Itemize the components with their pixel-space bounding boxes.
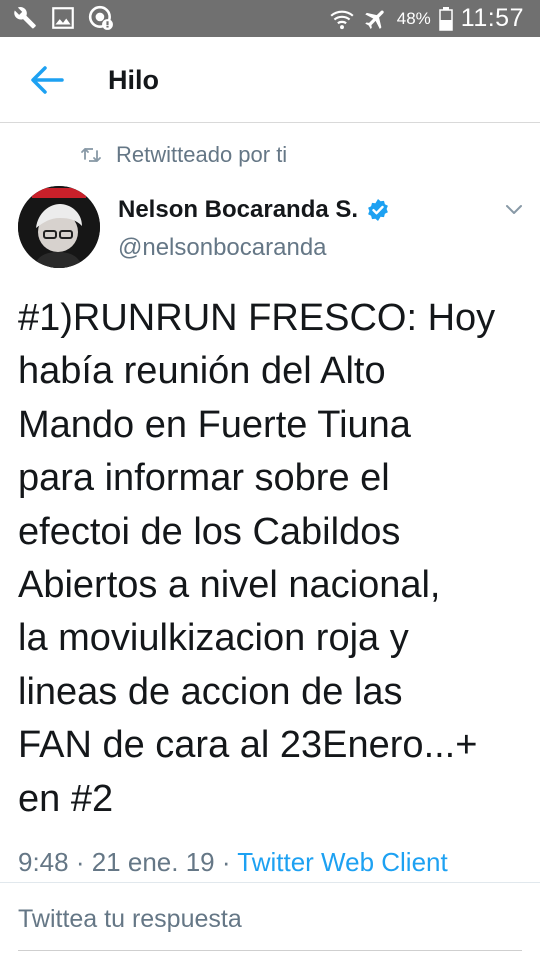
wrench-icon bbox=[14, 6, 36, 29]
image-icon bbox=[52, 7, 74, 29]
wifi-icon bbox=[330, 10, 354, 29]
airplane-icon bbox=[365, 9, 384, 29]
avatar[interactable] bbox=[18, 186, 100, 268]
tweet-options-button[interactable] bbox=[502, 200, 526, 218]
verified-badge-icon bbox=[368, 199, 388, 221]
arrow-left-icon bbox=[31, 66, 64, 94]
tweet-client-link[interactable]: Twitter Web Client bbox=[237, 847, 447, 877]
author-name[interactable]: Nelson Bocaranda S. bbox=[118, 196, 358, 224]
avatar-image bbox=[18, 186, 100, 268]
tweet-text: #1)RUNRUN FRESCO: Hoy había reunión del … bbox=[18, 297, 496, 820]
battery-percent: 48% bbox=[396, 8, 431, 28]
page-title: Hilo bbox=[108, 65, 159, 95]
meta-separator: · bbox=[68, 847, 92, 877]
reply-input-underline bbox=[18, 950, 522, 951]
back-button[interactable] bbox=[26, 61, 68, 99]
battery-icon bbox=[439, 6, 453, 31]
author-name-row[interactable]: Nelson Bocaranda S. bbox=[118, 196, 390, 224]
meta-separator: · bbox=[214, 847, 238, 877]
reply-input[interactable]: Twittea tu respuesta bbox=[18, 905, 242, 934]
status-bar-left-icons bbox=[12, 5, 114, 31]
retweet-context: Retwitteado por ti bbox=[80, 141, 287, 169]
tweet-date: 21 ene. 19 bbox=[91, 847, 215, 877]
divider bbox=[0, 882, 540, 883]
retweet-context-label: Retwitteado por ti bbox=[116, 142, 288, 167]
clock: 11:57 bbox=[460, 4, 524, 32]
status-bar-right: 48% 11:57 bbox=[329, 0, 524, 37]
tweet-time: 9:48 bbox=[18, 847, 69, 877]
status-bar: 48% 11:57 bbox=[0, 0, 540, 37]
chevron-down-icon bbox=[506, 205, 522, 214]
tweet-meta: 9:48 · 21 ene. 19 · Twitter Web Client bbox=[18, 847, 448, 878]
retweet-icon bbox=[81, 148, 101, 162]
author-handle[interactable]: @nelsonbocaranda bbox=[118, 234, 327, 262]
app-bar: Hilo bbox=[0, 37, 540, 123]
whatsapp-icon bbox=[88, 5, 113, 30]
